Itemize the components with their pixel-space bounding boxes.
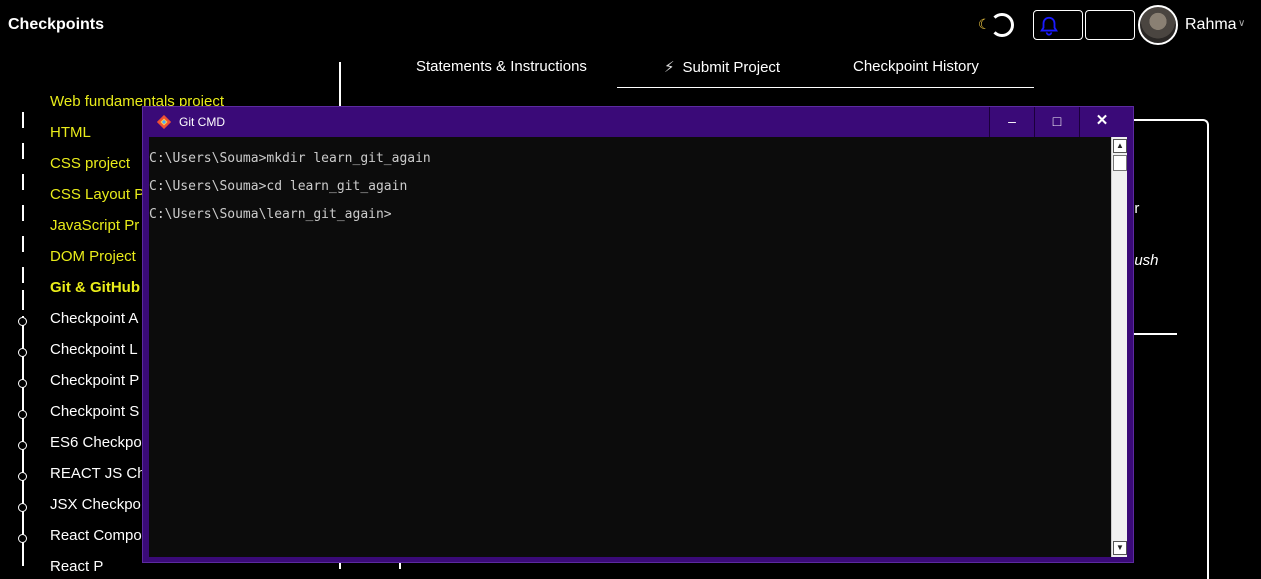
scroll-thumb[interactable] <box>1113 155 1127 171</box>
header-button[interactable] <box>1085 10 1135 40</box>
vertical-scrollbar[interactable]: ▲ ▼ <box>1111 137 1127 557</box>
git-cmd-window[interactable]: Git CMD – □ ✕ C:\Users\Souma>mkdir learn… <box>142 106 1134 563</box>
timeline-dash <box>22 205 24 221</box>
tab-label: Checkpoint History <box>853 58 979 75</box>
username[interactable]: Rahma <box>1185 16 1237 34</box>
notifications-button[interactable] <box>1033 10 1083 40</box>
moon-icon: ☾ <box>978 16 991 32</box>
tab-submit-project[interactable]: ⚡︎ Submit Project <box>664 58 780 76</box>
scroll-up-button[interactable]: ▲ <box>1113 139 1127 153</box>
minimize-button[interactable]: – <box>989 107 1034 137</box>
sidebar-item[interactable]: JavaScript Pr <box>50 217 139 234</box>
avatar[interactable] <box>1138 5 1178 45</box>
timeline-dash <box>22 267 24 283</box>
terminal-line: C:\Users\Souma>cd learn_git_again <box>149 179 408 194</box>
sidebar-item[interactable]: CSS project <box>50 155 130 172</box>
timeline-dot <box>18 348 27 357</box>
tab-label: Submit Project <box>682 59 781 76</box>
theme-toggle[interactable]: ☾ <box>972 12 1014 37</box>
sidebar-item-current[interactable]: Git & GitHub <box>50 279 140 296</box>
sidebar-item[interactable]: CSS Layout P <box>50 186 144 203</box>
timeline-dot <box>18 410 27 419</box>
maximize-button[interactable]: □ <box>1034 107 1079 137</box>
sidebar-item[interactable]: HTML <box>50 124 91 141</box>
timeline-dot <box>18 472 27 481</box>
timeline-dash <box>22 112 24 128</box>
tab-bar: Statements & Instructions ⚡︎ Submit Proje… <box>400 50 1040 90</box>
sidebar-item[interactable]: React P <box>50 558 103 575</box>
timeline-dot <box>18 379 27 388</box>
scroll-down-button[interactable]: ▼ <box>1113 541 1127 555</box>
sidebar-item[interactable]: Checkpoint A <box>50 310 138 327</box>
sidebar-item[interactable]: JSX Checkpo <box>50 496 141 513</box>
toggle-ring-icon <box>990 13 1014 37</box>
git-icon <box>157 115 171 129</box>
chevron-down-icon[interactable]: ∨ <box>1238 18 1245 29</box>
timeline-dot <box>18 441 27 450</box>
sidebar-item[interactable]: Checkpoint P <box>50 372 139 389</box>
sidebar-item[interactable]: React Compo <box>50 527 142 544</box>
timeline-dot <box>18 534 27 543</box>
app-title: Checkpoints <box>8 16 105 33</box>
bell-icon <box>1040 16 1058 36</box>
terminal-output[interactable]: C:\Users\Souma>mkdir learn_git_again C:\… <box>149 137 1111 557</box>
content-divider <box>1131 333 1177 335</box>
timeline-dot <box>18 317 27 326</box>
sidebar-item[interactable]: Checkpoint S <box>50 403 139 420</box>
sidebar-item[interactable]: ES6 Checkpo <box>50 434 142 451</box>
sidebar-item[interactable]: Checkpoint L <box>50 341 138 358</box>
terminal-line: C:\Users\Souma\learn_git_again> <box>149 207 392 222</box>
timeline-dash <box>22 290 24 310</box>
tab-checkpoint-history[interactable]: Checkpoint History <box>853 58 979 75</box>
timeline-dash <box>22 174 24 190</box>
lightning-icon: ⚡︎ <box>664 59 675 76</box>
close-button[interactable]: ✕ <box>1079 107 1124 137</box>
timeline-dash <box>22 236 24 252</box>
window-titlebar[interactable]: Git CMD – □ ✕ <box>143 107 1133 137</box>
window-title: Git CMD <box>179 115 225 129</box>
content-card <box>1131 119 1209 579</box>
tab-statements[interactable]: Statements & Instructions <box>416 58 587 75</box>
tab-underline <box>617 87 1034 88</box>
timeline-dot <box>18 503 27 512</box>
sidebar-item[interactable]: DOM Project <box>50 248 136 265</box>
terminal-line: C:\Users\Souma>mkdir learn_git_again <box>149 151 431 166</box>
timeline-dash <box>22 143 24 159</box>
tab-label: Statements & Instructions <box>416 58 587 75</box>
sidebar-item[interactable]: REACT JS Ch <box>50 465 146 482</box>
